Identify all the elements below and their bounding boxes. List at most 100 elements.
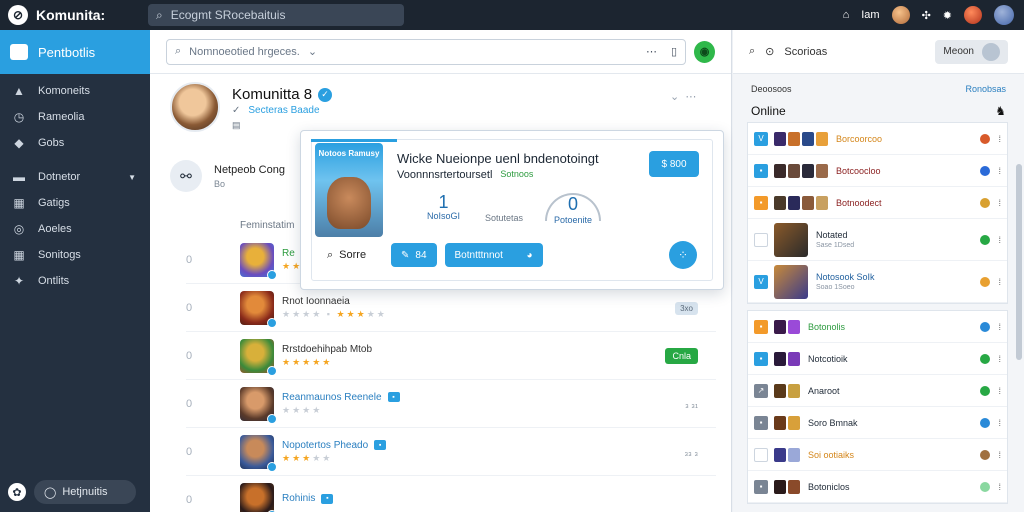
row-name[interactable]: Notated Sase 1Dsed — [816, 230, 854, 249]
list-item[interactable]: V Borcoorcoo ⁞ — [748, 123, 1007, 155]
row-name[interactable]: Anaroot — [808, 386, 840, 396]
main-search-input[interactable]: ⌕ Nomnoeotied hrgeces. ⌄ ⋯ ▯ — [166, 38, 686, 65]
thumbnail-strip[interactable] — [774, 351, 800, 366]
avatar[interactable] — [170, 82, 220, 132]
game-thumbnail[interactable] — [774, 264, 808, 299]
user-label[interactable]: Iam — [861, 9, 879, 21]
avatar-profile[interactable] — [994, 5, 1014, 25]
sidebar-item-3[interactable]: ▬ Dotnetor ▼ — [0, 164, 150, 190]
popup-cover-image[interactable]: Notoos Ramusy — [315, 143, 383, 237]
sidebar-item-1[interactable]: ◷ Rameolia — [0, 104, 150, 130]
list-item[interactable]: V Notosook SoIk Soao 1Soeo ⁞ — [748, 261, 1007, 303]
primary-action-button[interactable]: Botntttnnot ◕ — [444, 243, 543, 267]
price-button[interactable]: $ 800 — [649, 151, 699, 177]
settings-icon[interactable]: ✿ — [8, 483, 26, 501]
list-item[interactable]: 0 Rnot Ioonnaeia ★★★★ ▪ ★★★★★ 3xo — [186, 284, 716, 332]
thumbnail-strip[interactable] — [774, 447, 800, 462]
list-item[interactable]: ▪ Notcotioik ⁞ — [748, 343, 1007, 375]
sidebar-item-7[interactable]: ✦ Ontlits — [0, 268, 150, 294]
list-item[interactable]: 0 Reanmaunos Reenele ▪ ★★★★ ₃ ₃₁ — [186, 380, 716, 428]
list-item[interactable]: 0 Rohinis ▪ — [186, 476, 716, 512]
more-icon[interactable]: ⁞ — [998, 198, 1001, 208]
row-title[interactable]: Rrstdoehihpab Mtob — [282, 344, 372, 355]
list-item[interactable]: ▪ Botonolis ⁞ — [748, 311, 1007, 343]
right-top-button[interactable]: Meoon — [935, 39, 1008, 64]
row-name[interactable]: Botnoodect — [836, 198, 882, 208]
more-icon[interactable]: ⁞ — [998, 322, 1001, 332]
more-icon[interactable]: ⁞ — [998, 354, 1001, 364]
row-name[interactable]: Notosook SoIk Soao 1Soeo — [816, 272, 875, 291]
more-icon[interactable]: ⁞ — [998, 277, 1001, 287]
row-title[interactable]: Nopotertos Pheado ▪ — [282, 440, 387, 451]
clipboard-icon[interactable]: ▯ — [671, 45, 677, 58]
list-item[interactable]: ▪ Soro Bmnak ⁞ — [748, 407, 1007, 439]
chevron-down-icon[interactable]: ⌄ — [670, 91, 679, 103]
game-thumbnail[interactable] — [240, 242, 277, 280]
thumbnail-strip[interactable] — [774, 131, 828, 146]
sidebar-item-5[interactable]: ◎ Aoeles — [0, 216, 150, 242]
list-item[interactable]: ▪ Botcoocloo ⁞ — [748, 155, 1007, 187]
sidebar-item-6[interactable]: ▦ Sonitogs — [0, 242, 150, 268]
more-icon[interactable]: ⁞ — [998, 482, 1001, 492]
more-icon[interactable]: ⁞ — [998, 235, 1001, 245]
row-name[interactable]: Botcoocloo — [836, 166, 881, 176]
profile-sub-label[interactable]: Secteras Baade — [248, 105, 319, 116]
popup-search[interactable]: ⌕ Sorre — [327, 249, 383, 262]
row-title[interactable]: Reanmaunos Reenele ▪ — [282, 392, 400, 403]
game-thumbnail[interactable] — [774, 222, 808, 257]
more-icon[interactable]: ⁞ — [998, 418, 1001, 428]
game-thumbnail[interactable] — [240, 338, 277, 376]
sidebar-item-0[interactable]: ▲ Komoneits — [0, 78, 150, 104]
fab-button[interactable]: ⁘ — [669, 241, 697, 269]
row-name[interactable]: Botonolis — [808, 322, 845, 332]
game-thumbnail[interactable] — [240, 482, 277, 512]
thumbnail-strip[interactable] — [774, 163, 828, 178]
community-avatar[interactable]: ⚯ — [170, 160, 202, 192]
search-icon[interactable]: ⌕ — [749, 45, 755, 58]
avatar-secondary[interactable] — [964, 6, 982, 24]
list-item[interactable]: ▪ Botoniclos ⁞ — [748, 471, 1007, 503]
top-search-input[interactable]: ⌕ Ecogmt SRocebaituis — [148, 4, 404, 26]
row-name[interactable]: Soi ootiaiks — [808, 450, 854, 460]
home-icon[interactable]: ⌂ — [843, 9, 850, 21]
list-item[interactable]: 0 Nopotertos Pheado ▪ ★★★★★ ₃₃ ₃ — [186, 428, 716, 476]
list-item[interactable]: Notated Sase 1Dsed ⁞ — [748, 219, 1007, 261]
list-item[interactable]: 0 Rrstdoehihpab Mtob ★★★★★ Cnla — [186, 332, 716, 380]
more-icon[interactable]: ⋯ — [646, 45, 657, 58]
game-thumbnail[interactable] — [240, 434, 277, 472]
more-icon[interactable]: ⋯ — [685, 91, 696, 103]
gear-icon[interactable]: ✹ — [943, 9, 952, 22]
sidebar-item-4[interactable]: ▦ Gatigs — [0, 190, 150, 216]
thumbnail-strip[interactable] — [774, 195, 828, 210]
game-thumbnail[interactable] — [240, 290, 277, 328]
game-thumbnail[interactable] — [240, 386, 277, 424]
row-name[interactable]: Soro Bmnak — [808, 418, 858, 428]
thumbnail-strip[interactable] — [774, 415, 800, 430]
brand[interactable]: ⊘ Komunita: — [0, 5, 148, 25]
thumbnail-strip[interactable] — [774, 383, 800, 398]
activity-icon[interactable]: ✣ — [922, 9, 931, 22]
sidebar-search-input[interactable]: ◯ Hetjnuitis — [34, 480, 136, 504]
row-title[interactable]: Rnot Ioonnaeia — [282, 296, 387, 307]
users-icon[interactable]: ♞ — [995, 104, 1006, 118]
avatar[interactable] — [891, 6, 910, 24]
status-icon[interactable]: ◉ — [694, 40, 715, 63]
more-icon[interactable]: ⁞ — [998, 166, 1001, 176]
row-name[interactable]: Borcoorcoo — [836, 134, 882, 144]
more-icon[interactable]: ⁞ — [998, 134, 1001, 144]
sidebar-item-2[interactable]: ◆ Gobs — [0, 130, 150, 156]
status-badge[interactable]: 3xo — [675, 301, 698, 315]
thumbnail-strip[interactable] — [774, 319, 800, 334]
list-item[interactable]: ▪ Botnoodect ⁞ — [748, 187, 1007, 219]
more-icon[interactable]: ⁞ — [998, 386, 1001, 396]
right-section-link[interactable]: Ronobsas — [965, 84, 1006, 94]
row-title[interactable]: Rohinis ▪ — [282, 493, 334, 504]
more-icon[interactable]: ⁞ — [998, 450, 1001, 460]
scrollbar[interactable] — [1016, 164, 1022, 360]
thumbnail-strip[interactable] — [774, 479, 800, 494]
list-item[interactable]: ↗ Anaroot ⁞ — [748, 375, 1007, 407]
chevron-down-icon[interactable]: ▼ — [128, 173, 136, 182]
sidebar-item-active[interactable]: Pentbotlis — [0, 30, 150, 74]
status-badge[interactable]: Cnla — [665, 347, 698, 364]
row-name[interactable]: Notcotioik — [808, 354, 848, 364]
